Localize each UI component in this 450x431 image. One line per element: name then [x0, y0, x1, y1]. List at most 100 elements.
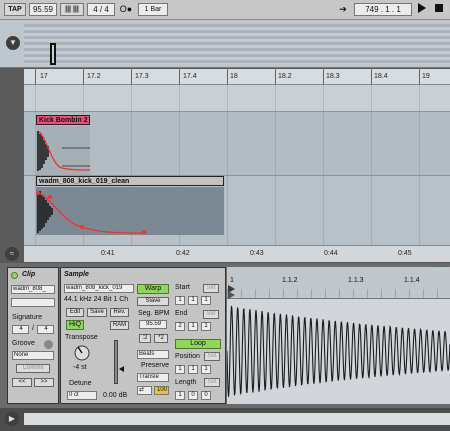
- tempo-field[interactable]: 95.59: [29, 3, 57, 16]
- length-beat-field[interactable]: 0: [188, 391, 198, 400]
- signature-label: Signature: [12, 314, 42, 321]
- start-set-button[interactable]: Set: [203, 284, 219, 293]
- start-label: Start: [175, 284, 190, 291]
- nudge-forward-button[interactable]: >>: [34, 378, 54, 387]
- arrangement-left-gutter: ≈: [0, 69, 24, 262]
- sample-gain-handle[interactable]: [119, 366, 124, 372]
- stop-icon[interactable]: [432, 3, 446, 16]
- groove-menu[interactable]: None: [12, 351, 54, 360]
- gain-value: 0.00 dB: [103, 392, 128, 399]
- end-beat-field[interactable]: 1: [188, 322, 198, 331]
- arrangement-tracks[interactable]: Kick Bombin 2 wadm_808_kick_019_clean: [24, 85, 450, 245]
- bar-label: 17.2: [87, 73, 101, 80]
- loop-button[interactable]: Loop: [175, 339, 221, 349]
- bottom-bar: ▶: [0, 408, 450, 431]
- metronome-icon[interactable]: O●: [118, 3, 134, 16]
- quantize-menu[interactable]: 1 Bar: [138, 3, 168, 16]
- follow-icon[interactable]: ➔: [336, 3, 350, 16]
- bar-label: 17.4: [183, 73, 197, 80]
- time-ruler[interactable]: 0:41 0:42 0:43 0:44 0:45: [24, 245, 450, 262]
- sample-name-field[interactable]: wadm_808_kick_019: [64, 284, 134, 293]
- nudge-back-button[interactable]: <<: [12, 378, 32, 387]
- bar-ruler[interactable]: 17 17.2 17.3 17.4 18 18.2 18.3 18.4 19: [24, 69, 450, 85]
- start-beat-field[interactable]: 1: [188, 296, 198, 305]
- sample-editor[interactable]: 1 1.1.2 1.1.3 1.1.4: [227, 266, 450, 404]
- sample-editor-ruler[interactable]: 1 1.1.2 1.1.3 1.1.4: [227, 267, 450, 299]
- half-tempo-button[interactable]: :2: [139, 334, 151, 343]
- expand-icon[interactable]: ▶: [5, 412, 19, 426]
- transport-bar: TAP 95.59 ||| ||| 4 / 4 O● 1 Bar ➔ 749 .…: [0, 0, 450, 20]
- clip-color-menu[interactable]: [11, 298, 55, 307]
- play-icon[interactable]: [415, 3, 429, 16]
- signature-numerator[interactable]: 4: [12, 325, 29, 334]
- transpose-label: Transpose: [65, 334, 98, 341]
- position-sixteenth-field[interactable]: 1: [201, 365, 211, 374]
- start-sixteenth-field[interactable]: 1: [201, 296, 211, 305]
- loop-start-marker-icon[interactable]: [228, 285, 236, 299]
- warp-button[interactable]: Warp: [137, 284, 169, 294]
- detail-scroll-bar[interactable]: [24, 413, 450, 425]
- sample-panel-title: Sample: [64, 271, 89, 278]
- length-set-button[interactable]: Set: [204, 378, 220, 387]
- tap-button[interactable]: TAP: [4, 3, 26, 16]
- nudge-buttons[interactable]: ||| |||: [60, 3, 84, 16]
- envelope-percent-field[interactable]: 100: [154, 386, 169, 395]
- transpose-knob[interactable]: [73, 344, 91, 362]
- clip-name-field[interactable]: wadm_808_: [11, 285, 55, 294]
- length-label: Length: [175, 379, 197, 386]
- ram-button[interactable]: RAM: [110, 321, 129, 330]
- seg-bpm-label: Seg. BPM: [138, 310, 170, 317]
- overview-strip[interactable]: [24, 24, 450, 64]
- position-beat-field[interactable]: 1: [188, 365, 198, 374]
- time-signature-field[interactable]: 4 / 4: [87, 3, 115, 16]
- signature-denominator[interactable]: 4: [37, 325, 54, 334]
- bar-label: 18.2: [278, 73, 292, 80]
- preserve-menu[interactable]: Transie: [137, 373, 169, 382]
- overview-viewport-marker[interactable]: [50, 43, 56, 65]
- sample-waveform[interactable]: [227, 299, 450, 404]
- end-bar-field[interactable]: 2: [175, 322, 185, 331]
- detune-field[interactable]: 0 ct: [67, 391, 97, 400]
- groove-hotswap-icon[interactable]: [44, 340, 53, 349]
- slave-button[interactable]: Slave: [137, 297, 169, 306]
- position-label: Position: [175, 353, 200, 360]
- track-lane[interactable]: [24, 85, 450, 111]
- time-label: 0:42: [176, 250, 190, 257]
- time-label: 0:44: [324, 250, 338, 257]
- double-tempo-button[interactable]: *2: [154, 334, 168, 343]
- reverse-button[interactable]: Rev.: [110, 308, 129, 317]
- bar-label: 18.3: [326, 73, 340, 80]
- arrangement-overview[interactable]: ▼: [0, 20, 450, 68]
- position-set-button[interactable]: Set: [204, 352, 220, 361]
- bar-label: 18: [230, 73, 238, 80]
- bar-label: 17.3: [135, 73, 149, 80]
- commit-button[interactable]: Commit: [16, 364, 50, 373]
- clip-activator[interactable]: [11, 272, 18, 279]
- clip-kick-bombin[interactable]: Kick Bombin 2: [36, 115, 90, 125]
- loop-mode-menu[interactable]: ⇄: [137, 386, 152, 395]
- edit-button[interactable]: Edit: [66, 308, 84, 317]
- end-set-button[interactable]: Set: [203, 310, 219, 319]
- editor-bar-label: 1.1.2: [282, 277, 298, 284]
- end-label: End: [175, 310, 188, 317]
- zoom-icon[interactable]: ≈: [5, 247, 19, 261]
- sample-gain-slider[interactable]: [114, 340, 118, 384]
- length-bar-field[interactable]: 1: [175, 391, 185, 400]
- sample-info: 44.1 kHz 24 Bit 1 Ch: [64, 296, 129, 303]
- editor-bar-label: 1: [230, 277, 234, 284]
- bar-label: 19: [422, 73, 430, 80]
- start-bar-field[interactable]: 1: [175, 296, 185, 305]
- hiq-button[interactable]: HiQ: [66, 320, 84, 330]
- clip-wadm-808-kick[interactable]: wadm_808_kick_019_clean: [36, 176, 224, 186]
- save-button[interactable]: Save: [87, 308, 107, 317]
- song-position-field[interactable]: 749 . 1 . 1: [354, 3, 412, 16]
- editor-bar-label: 1.1.3: [348, 277, 364, 284]
- length-sixteenth-field[interactable]: 0: [201, 391, 211, 400]
- position-bar-field[interactable]: 1: [175, 365, 185, 374]
- seg-bpm-field[interactable]: 95.59: [139, 320, 167, 329]
- clip-wadm-808-waveform: [36, 187, 224, 235]
- collapse-icon[interactable]: ▼: [6, 36, 20, 50]
- warp-mode-menu[interactable]: Beats: [137, 350, 169, 359]
- end-sixteenth-field[interactable]: 1: [201, 322, 211, 331]
- transpose-value: -4 st: [73, 364, 87, 371]
